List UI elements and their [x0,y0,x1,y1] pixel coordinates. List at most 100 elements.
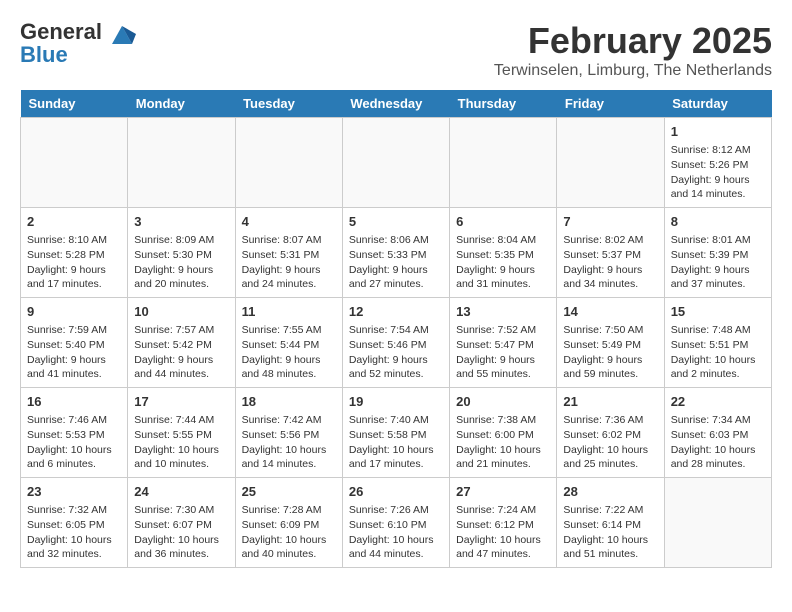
day-info: Sunset: 6:10 PM [349,518,443,533]
calendar-cell: 14Sunrise: 7:50 AMSunset: 5:49 PMDayligh… [557,298,664,388]
day-info: Sunset: 6:09 PM [242,518,336,533]
day-number: 1 [671,123,765,141]
day-number: 11 [242,303,336,321]
day-info: Sunset: 6:05 PM [27,518,121,533]
day-info: Daylight: 9 hours and 37 minutes. [671,263,765,292]
calendar-cell: 2Sunrise: 8:10 AMSunset: 5:28 PMDaylight… [21,208,128,298]
day-info: Daylight: 9 hours and 41 minutes. [27,353,121,382]
day-number: 13 [456,303,550,321]
calendar-cell: 20Sunrise: 7:38 AMSunset: 6:00 PMDayligh… [450,388,557,478]
calendar-week-5: 23Sunrise: 7:32 AMSunset: 6:05 PMDayligh… [21,478,772,568]
day-number: 5 [349,213,443,231]
day-number: 22 [671,393,765,411]
calendar-cell [128,118,235,208]
calendar-cell: 16Sunrise: 7:46 AMSunset: 5:53 PMDayligh… [21,388,128,478]
day-number: 14 [563,303,657,321]
day-info: Sunset: 5:49 PM [563,338,657,353]
day-info: Sunset: 5:33 PM [349,248,443,263]
day-info: Sunrise: 7:40 AM [349,413,443,428]
calendar-cell: 13Sunrise: 7:52 AMSunset: 5:47 PMDayligh… [450,298,557,388]
day-info: Daylight: 10 hours and 2 minutes. [671,353,765,382]
day-info: Sunrise: 7:36 AM [563,413,657,428]
day-info: Sunrise: 8:07 AM [242,233,336,248]
calendar-cell: 5Sunrise: 8:06 AMSunset: 5:33 PMDaylight… [342,208,449,298]
calendar-cell: 3Sunrise: 8:09 AMSunset: 5:30 PMDaylight… [128,208,235,298]
calendar-cell: 18Sunrise: 7:42 AMSunset: 5:56 PMDayligh… [235,388,342,478]
calendar-cell: 17Sunrise: 7:44 AMSunset: 5:55 PMDayligh… [128,388,235,478]
day-info: Sunset: 5:58 PM [349,428,443,443]
calendar-cell [557,118,664,208]
day-info: Sunset: 6:14 PM [563,518,657,533]
day-info: Sunset: 5:55 PM [134,428,228,443]
calendar-cell: 1 Sunrise: 8:12 AMSunset: 5:26 PMDaylight… [664,118,771,208]
calendar-week-1: 1 Sunrise: 8:12 AMSunset: 5:26 PMDaylight… [21,118,772,208]
day-number: 15 [671,303,765,321]
day-info: Sunrise: 7:46 AM [27,413,121,428]
day-info: Daylight: 10 hours and 21 minutes. [456,443,550,472]
calendar-cell: 4Sunrise: 8:07 AMSunset: 5:31 PMDaylight… [235,208,342,298]
day-info: Sunset: 5:26 PM [671,158,765,173]
day-info: Sunrise: 7:34 AM [671,413,765,428]
day-number: 25 [242,483,336,501]
day-info: Daylight: 10 hours and 44 minutes. [349,533,443,562]
day-info: Daylight: 10 hours and 28 minutes. [671,443,765,472]
column-header-monday: Monday [128,90,235,118]
day-number: 24 [134,483,228,501]
calendar-cell: 19Sunrise: 7:40 AMSunset: 5:58 PMDayligh… [342,388,449,478]
day-info: Sunset: 5:42 PM [134,338,228,353]
calendar-cell [450,118,557,208]
calendar-cell: 9Sunrise: 7:59 AMSunset: 5:40 PMDaylight… [21,298,128,388]
day-number: 18 [242,393,336,411]
page-header: General Blue February 2025 Terwinselen, … [20,20,772,80]
day-number: 12 [349,303,443,321]
logo: General Blue [20,20,136,68]
day-info: Sunset: 5:39 PM [671,248,765,263]
calendar-cell: 11Sunrise: 7:55 AMSunset: 5:44 PMDayligh… [235,298,342,388]
day-number: 16 [27,393,121,411]
day-info: Sunrise: 7:55 AM [242,323,336,338]
day-info: Daylight: 10 hours and 10 minutes. [134,443,228,472]
day-info: Sunrise: 7:59 AM [27,323,121,338]
calendar-cell [664,478,771,568]
day-info: Sunset: 5:37 PM [563,248,657,263]
day-info: Sunset: 5:31 PM [242,248,336,263]
day-info: Daylight: 9 hours and 14 minutes. [671,173,765,202]
day-info: Sunrise: 8:06 AM [349,233,443,248]
day-info: Sunset: 5:30 PM [134,248,228,263]
day-info: Daylight: 9 hours and 48 minutes. [242,353,336,382]
day-info: Sunrise: 7:52 AM [456,323,550,338]
day-info: Sunset: 6:00 PM [456,428,550,443]
calendar-cell: 26Sunrise: 7:26 AMSunset: 6:10 PMDayligh… [342,478,449,568]
calendar-cell: 28 Sunrise: 7:22 AMSunset: 6:14 PMDayligh… [557,478,664,568]
column-header-friday: Friday [557,90,664,118]
calendar-cell: 21Sunrise: 7:36 AMSunset: 6:02 PMDayligh… [557,388,664,478]
day-number: 28 [563,483,657,501]
day-number: 2 [27,213,121,231]
day-info: Sunrise: 8:01 AM [671,233,765,248]
day-number: 23 [27,483,121,501]
day-info: Sunrise: 7:22 AM [563,503,657,518]
day-info: Sunrise: 8:02 AM [563,233,657,248]
calendar-cell: 7Sunrise: 8:02 AMSunset: 5:37 PMDaylight… [557,208,664,298]
day-info: Sunrise: 8:12 AM [671,143,765,158]
day-number: 21 [563,393,657,411]
day-info: Daylight: 10 hours and 6 minutes. [27,443,121,472]
calendar-week-3: 9Sunrise: 7:59 AMSunset: 5:40 PMDaylight… [21,298,772,388]
day-number: 26 [349,483,443,501]
day-number: 17 [134,393,228,411]
calendar-cell: 27Sunrise: 7:24 AMSunset: 6:12 PMDayligh… [450,478,557,568]
day-info: Daylight: 10 hours and 25 minutes. [563,443,657,472]
day-info: Sunset: 5:28 PM [27,248,121,263]
day-info: Daylight: 10 hours and 47 minutes. [456,533,550,562]
title-section: February 2025 Terwinselen, Limburg, The … [494,20,772,80]
day-info: Daylight: 10 hours and 51 minutes. [563,533,657,562]
calendar-week-4: 16Sunrise: 7:46 AMSunset: 5:53 PMDayligh… [21,388,772,478]
day-info: Sunrise: 7:50 AM [563,323,657,338]
day-info: Sunrise: 7:24 AM [456,503,550,518]
day-info: Sunrise: 7:48 AM [671,323,765,338]
day-info: Daylight: 10 hours and 14 minutes. [242,443,336,472]
column-header-tuesday: Tuesday [235,90,342,118]
day-number: 10 [134,303,228,321]
day-info: Daylight: 10 hours and 36 minutes. [134,533,228,562]
day-number: 3 [134,213,228,231]
